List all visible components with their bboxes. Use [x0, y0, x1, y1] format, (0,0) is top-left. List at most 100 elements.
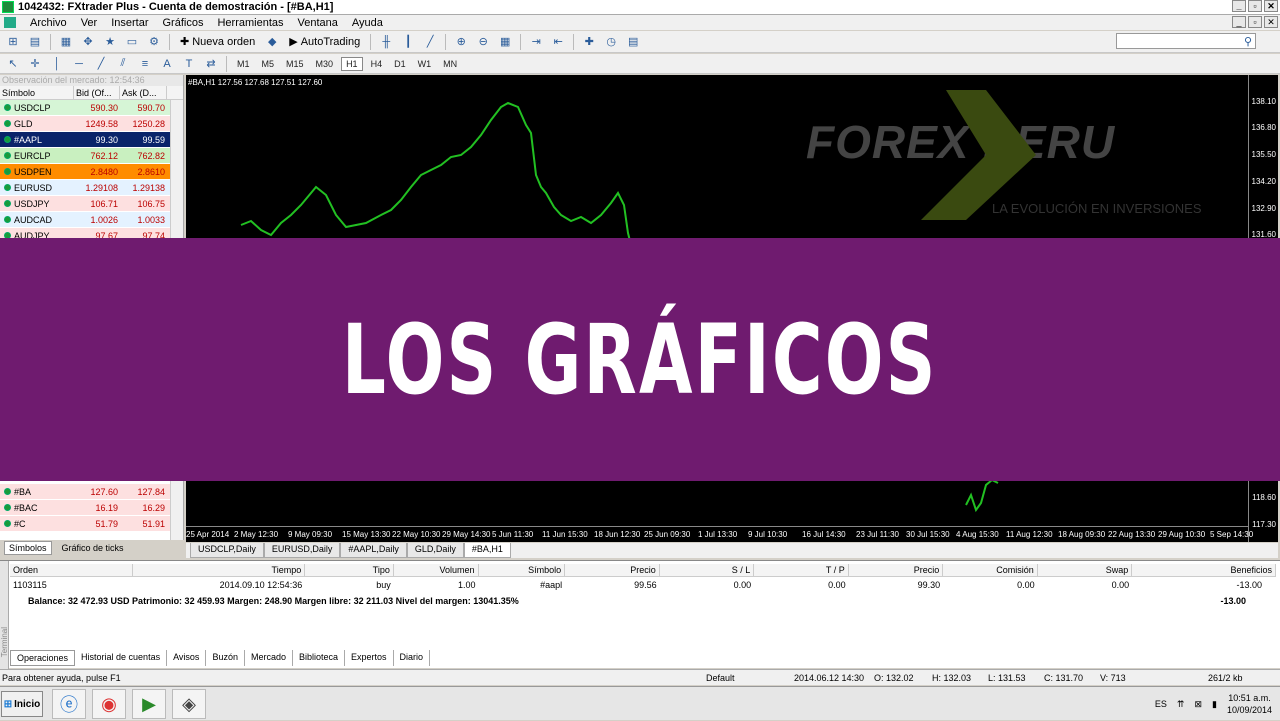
col-sl[interactable]: S / L	[660, 564, 755, 576]
tab-buzon[interactable]: Buzón	[206, 650, 245, 666]
start-button[interactable]: ⊞ Inicio	[1, 691, 43, 717]
indicators-icon[interactable]: ✚	[580, 34, 598, 50]
tab-tick-chart[interactable]: Gráfico de ticks	[58, 542, 128, 554]
menu-ayuda[interactable]: Ayuda	[352, 17, 383, 29]
list-item[interactable]: #BAC 16.19 16.29	[0, 500, 171, 516]
col-order[interactable]: Orden	[10, 564, 134, 576]
tf-w1[interactable]: W1	[414, 58, 436, 70]
col-tp[interactable]: T / P	[754, 564, 849, 576]
autotrading-button[interactable]: ▶ AutoTrading	[285, 33, 364, 51]
tab-biblioteca[interactable]: Biblioteca	[293, 650, 346, 666]
internet-explorer-icon[interactable]: ⓔ	[52, 689, 86, 719]
tf-m1[interactable]: M1	[233, 58, 254, 70]
chrome-icon[interactable]: ◉	[92, 689, 126, 719]
search-icon[interactable]: ⚲	[1244, 35, 1252, 48]
tf-h1[interactable]: H1	[341, 56, 363, 71]
child-restore-button[interactable]: ▫	[1248, 16, 1262, 28]
label-icon[interactable]: T	[180, 56, 198, 72]
tab-avisos[interactable]: Avisos	[167, 650, 207, 666]
tab-gld-daily[interactable]: GLD,Daily	[406, 543, 464, 558]
tf-mn[interactable]: MN	[439, 58, 461, 70]
list-item[interactable]: USDJPY 106.71 106.75	[0, 196, 183, 212]
horizontal-line-icon[interactable]: ─	[70, 56, 88, 72]
col-bid[interactable]: Bid (Of...	[74, 86, 120, 99]
new-chart-icon[interactable]: ⊞	[4, 34, 22, 50]
col-commission[interactable]: Comisión	[943, 564, 1038, 576]
tab-mercado[interactable]: Mercado	[245, 650, 293, 666]
tab-symbols[interactable]: Símbolos	[4, 541, 52, 555]
channel-icon[interactable]: ⫽	[114, 56, 132, 72]
child-minimize-button[interactable]: _	[1232, 16, 1246, 28]
col-volume[interactable]: Volumen	[394, 564, 479, 576]
metaeditor-icon[interactable]: ◆	[263, 34, 281, 50]
list-item[interactable]: GLD 1249.58 1250.28	[0, 116, 183, 132]
tab-diario[interactable]: Diario	[394, 650, 431, 666]
list-item[interactable]: USDPEN 2.8480 2.8610	[0, 164, 183, 180]
close-button[interactable]: ✕	[1264, 0, 1278, 12]
auto-scroll-icon[interactable]: ⇥	[527, 34, 545, 50]
trendline-icon[interactable]: ╱	[92, 56, 110, 72]
navigator-icon[interactable]: ★	[101, 34, 119, 50]
menu-herramientas[interactable]: Herramientas	[217, 17, 283, 29]
menu-ver[interactable]: Ver	[81, 17, 98, 29]
language-indicator[interactable]: ES	[1155, 699, 1167, 709]
col-symbol[interactable]: Símbolo	[479, 564, 566, 576]
list-item[interactable]: #AAPL 99.30 99.59	[0, 132, 183, 148]
menu-archivo[interactable]: Archivo	[30, 17, 67, 29]
fibonacci-icon[interactable]: ≡	[136, 56, 154, 72]
new-order-button[interactable]: ✚ Nueva orden	[176, 33, 259, 51]
tab-operaciones[interactable]: Operaciones	[10, 650, 76, 666]
list-item[interactable]: AUDCAD 1.0026 1.0033	[0, 212, 183, 228]
minimize-button[interactable]: _	[1232, 0, 1246, 12]
profiles-icon[interactable]: ▤	[26, 34, 44, 50]
arrows-icon[interactable]: ⇄	[202, 56, 220, 72]
list-item[interactable]: #C 51.79 51.91	[0, 516, 171, 532]
text-icon[interactable]: A	[158, 56, 176, 72]
tf-h4[interactable]: H4	[367, 58, 387, 70]
col-current-price[interactable]: Precio	[849, 564, 944, 576]
line-chart-icon[interactable]: ╱	[421, 34, 439, 50]
tab-expertos[interactable]: Expertos	[345, 650, 394, 666]
col-symbol[interactable]: Símbolo	[0, 86, 74, 99]
crosshair-icon[interactable]: ✛	[26, 56, 44, 72]
data-window-icon[interactable]: ✥	[79, 34, 97, 50]
tab-eurusd-daily[interactable]: EURUSD,Daily	[263, 543, 341, 558]
list-item[interactable]: USDCLP 590.30 590.70	[0, 100, 183, 116]
menu-graficos[interactable]: Gráficos	[163, 17, 204, 29]
vertical-line-icon[interactable]: │	[48, 56, 66, 72]
tf-m15[interactable]: M15	[282, 58, 308, 70]
menu-insertar[interactable]: Insertar	[111, 17, 148, 29]
tab-usdclp-daily[interactable]: USDCLP,Daily	[190, 543, 264, 558]
tf-m5[interactable]: M5	[258, 58, 279, 70]
col-time[interactable]: Tiempo	[133, 564, 306, 576]
list-item[interactable]: #BA 127.60 127.84	[0, 484, 171, 500]
terminal-icon[interactable]: ▭	[123, 34, 141, 50]
market-watch-icon[interactable]: ▦	[57, 34, 75, 50]
battery-icon[interactable]: ▮	[1212, 699, 1217, 710]
tf-d1[interactable]: D1	[390, 58, 410, 70]
col-swap[interactable]: Swap	[1038, 564, 1133, 576]
table-row[interactable]: 1103115 2014.09.10 12:54:36 buy 1.00 #aa…	[10, 578, 1276, 592]
maximize-button[interactable]: ▫	[1248, 0, 1262, 12]
zoom-in-icon[interactable]: ⊕	[452, 34, 470, 50]
clock[interactable]: 10:51 a.m. 10/09/2014	[1227, 692, 1272, 716]
periods-icon[interactable]: ◷	[602, 34, 620, 50]
child-close-button[interactable]: ✕	[1264, 16, 1278, 28]
media-app-icon[interactable]: ◈	[172, 689, 206, 719]
col-profit[interactable]: Beneficios	[1132, 564, 1276, 576]
status-profile[interactable]: Default	[706, 670, 735, 686]
tf-m30[interactable]: M30	[312, 58, 338, 70]
tray-expand-icon[interactable]: ⇈	[1177, 699, 1185, 710]
templates-icon[interactable]: ▤	[624, 34, 642, 50]
fxtrader-icon[interactable]: ▶	[132, 689, 166, 719]
chart-shift-icon[interactable]: ⇤	[549, 34, 567, 50]
list-item[interactable]: EURUSD 1.29108 1.29138	[0, 180, 183, 196]
tab-aapl-daily[interactable]: #AAPL,Daily	[340, 543, 407, 558]
menu-ventana[interactable]: Ventana	[298, 17, 338, 29]
bar-chart-icon[interactable]: ╫	[377, 34, 395, 50]
network-icon[interactable]: ⊠	[1194, 699, 1202, 710]
list-item[interactable]: EURCLP 762.12 762.82	[0, 148, 183, 164]
col-ask[interactable]: Ask (D...	[120, 86, 167, 99]
col-type[interactable]: Tipo	[305, 564, 394, 576]
strategy-tester-icon[interactable]: ⚙	[145, 34, 163, 50]
